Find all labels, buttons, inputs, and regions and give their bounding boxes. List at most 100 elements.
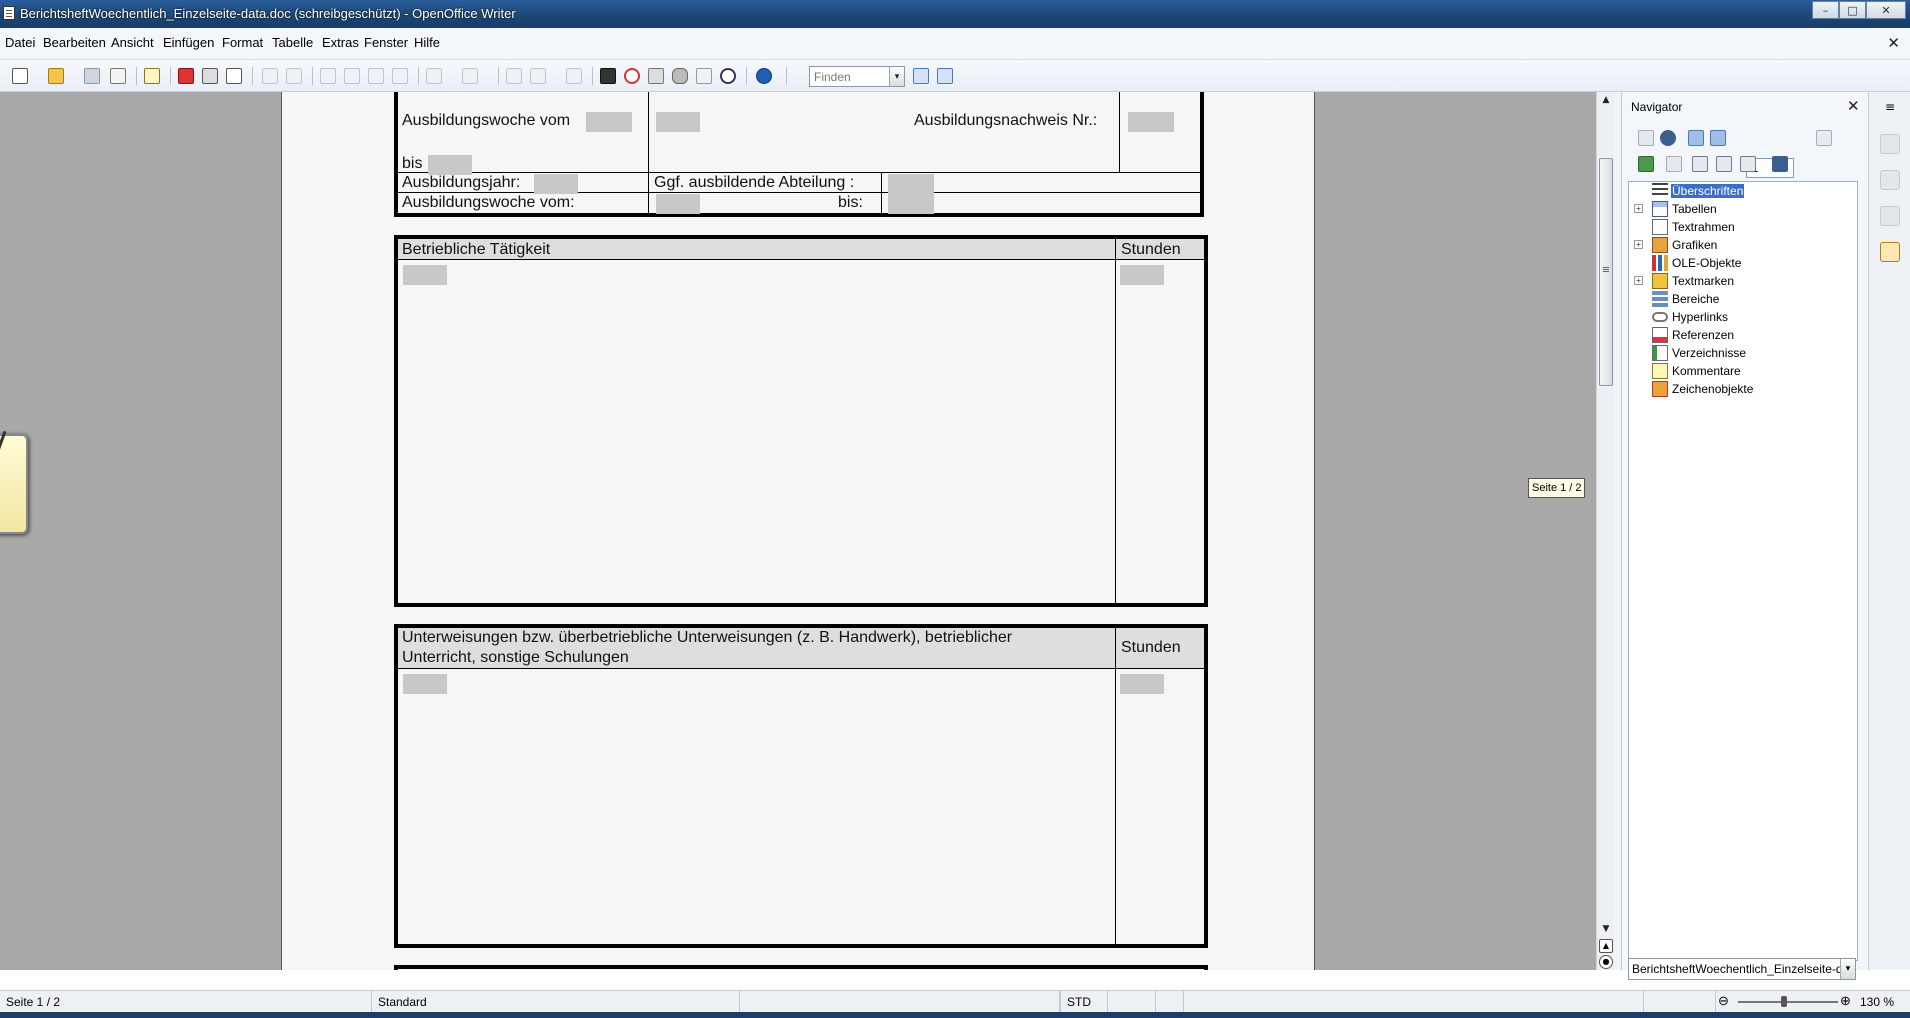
status-view-layout[interactable] <box>1644 991 1716 1013</box>
menu-fenster[interactable]: Fenster <box>364 35 408 50</box>
navigation-icon[interactable] <box>1660 130 1676 146</box>
status-language[interactable] <box>740 991 1060 1013</box>
cut-icon[interactable] <box>320 68 336 84</box>
reminder-icon[interactable] <box>1666 156 1682 172</box>
document-workspace[interactable]: Ausbildungswoche vom Ausbildungsnachweis… <box>0 92 1596 970</box>
scroll-up-icon[interactable]: ▲ <box>1599 95 1613 109</box>
pdf-icon[interactable] <box>178 68 194 84</box>
redo-icon[interactable] <box>462 68 478 84</box>
status-page[interactable]: Seite 1 / 2 <box>0 991 372 1013</box>
nachweis-number-field[interactable] <box>1128 112 1174 132</box>
gallery-sidebar-icon[interactable] <box>1880 206 1900 226</box>
table-icon[interactable] <box>530 68 546 84</box>
scrollbar-thumb[interactable] <box>1599 158 1613 386</box>
undo-icon[interactable] <box>426 68 442 84</box>
zoom-slider[interactable] <box>1738 1001 1838 1003</box>
department-field[interactable] <box>888 174 934 194</box>
sidebar-menu-icon[interactable]: ≡ <box>1880 100 1900 120</box>
styles-icon[interactable] <box>1880 170 1900 190</box>
maximize-button[interactable]: □ <box>1839 1 1866 19</box>
tree-item-indexes[interactable]: Verzeichnisse <box>1629 344 1857 362</box>
save-icon[interactable] <box>84 68 100 84</box>
new-icon[interactable] <box>12 68 28 84</box>
year-field[interactable] <box>534 174 578 194</box>
find-replace-icon[interactable] <box>600 68 616 84</box>
tree-item-textframes[interactable]: Textrahmen <box>1629 218 1857 236</box>
menu-ansicht[interactable]: Ansicht <box>111 35 154 50</box>
find-prev-icon[interactable] <box>937 68 953 84</box>
navigation-options-icon[interactable]: ● <box>1599 955 1613 969</box>
tree-item-sections[interactable]: Bereiche <box>1629 290 1857 308</box>
tree-item-ole-objects[interactable]: OLE-Objekte <box>1629 254 1857 272</box>
status-selection[interactable] <box>1108 991 1156 1013</box>
expand-icon[interactable]: + <box>1634 240 1643 249</box>
panel-splitter[interactable] <box>1614 92 1622 970</box>
tree-item-headings[interactable]: Überschriften <box>1629 182 1857 200</box>
anchor-icon[interactable] <box>1740 156 1756 172</box>
menu-extras[interactable]: Extras <box>322 35 359 50</box>
activity-field[interactable] <box>403 265 447 285</box>
previous-icon[interactable] <box>1688 130 1704 146</box>
instruction-field[interactable] <box>403 674 447 694</box>
paste-icon[interactable] <box>368 68 384 84</box>
find-next-icon[interactable] <box>913 68 929 84</box>
tree-item-references[interactable]: Referenzen <box>1629 326 1857 344</box>
navigator-icon[interactable] <box>624 68 640 84</box>
close-window-button[interactable]: ✕ <box>1866 1 1906 19</box>
autospell-icon[interactable] <box>286 68 302 84</box>
week-from2-field[interactable] <box>656 194 700 214</box>
previous-page-icon[interactable]: ▲ <box>1599 939 1613 953</box>
tree-item-graphics[interactable]: + Grafiken <box>1629 236 1857 254</box>
menu-bearbeiten[interactable]: Bearbeiten <box>43 35 106 50</box>
print-icon[interactable] <box>202 68 218 84</box>
vertical-scrollbar[interactable]: ▲ ▼ ▲ ● <box>1596 92 1614 970</box>
tree-item-bookmarks[interactable]: + Textmarken <box>1629 272 1857 290</box>
week-from-field[interactable] <box>586 112 632 132</box>
pilcrow-icon[interactable] <box>696 68 712 84</box>
document-selector-dropdown[interactable]: ▾ <box>1840 959 1855 979</box>
list-box-icon[interactable] <box>1638 156 1654 172</box>
open-icon[interactable] <box>48 68 64 84</box>
status-mode[interactable]: STD <box>1060 991 1108 1013</box>
tree-item-tables[interactable]: + Tabellen <box>1629 200 1857 218</box>
tree-item-drawing-objects[interactable]: Zeichenobjekte <box>1629 380 1857 398</box>
gallery-icon[interactable] <box>648 68 664 84</box>
bis2-field[interactable] <box>888 194 934 214</box>
spellcheck-icon[interactable] <box>262 68 278 84</box>
tree-item-comments[interactable]: Kommentare <box>1629 362 1857 380</box>
zoom-in-button[interactable]: ⊕ <box>1840 993 1851 1009</box>
zoom-level[interactable]: 130 % <box>1860 995 1894 1009</box>
status-signature[interactable] <box>1156 991 1184 1013</box>
zoom-out-button[interactable]: ⊖ <box>1718 993 1729 1009</box>
document-page[interactable]: Ausbildungswoche vom Ausbildungsnachweis… <box>281 92 1315 970</box>
minimize-button[interactable]: – <box>1812 1 1839 19</box>
format-paintbrush-icon[interactable] <box>392 68 408 84</box>
edit-icon[interactable] <box>144 68 160 84</box>
heading-levels-icon[interactable] <box>1772 156 1788 172</box>
instruction-hours-field[interactable] <box>1120 674 1164 694</box>
properties-icon[interactable] <box>1880 134 1900 154</box>
tree-item-hyperlinks[interactable]: Hyperlinks <box>1629 308 1857 326</box>
expand-icon[interactable]: + <box>1634 276 1643 285</box>
bis-field[interactable] <box>428 155 472 175</box>
sticky-note-gadget[interactable] <box>0 430 28 534</box>
week-from-value-field[interactable] <box>656 112 700 132</box>
activity-hours-field[interactable] <box>1120 265 1164 285</box>
menu-hilfe[interactable]: Hilfe <box>414 35 440 50</box>
email-icon[interactable] <box>110 68 126 84</box>
next-icon[interactable] <box>1710 130 1726 146</box>
scroll-down-icon[interactable]: ▼ <box>1599 924 1613 938</box>
header-icon[interactable] <box>1692 156 1708 172</box>
menu-einfuegen[interactable]: Einfügen <box>163 35 214 50</box>
document-selector[interactable]: BerichtsheftWoechentlich_Einzelseite-da <box>1628 958 1856 980</box>
draw-icon[interactable] <box>566 68 582 84</box>
menu-tabelle[interactable]: Tabelle <box>272 35 313 50</box>
zoom-slider-knob[interactable] <box>1781 996 1787 1007</box>
hyperlink-icon[interactable] <box>506 68 522 84</box>
find-dropdown-button[interactable]: ▾ <box>889 67 904 86</box>
help-icon[interactable] <box>756 68 772 84</box>
expand-icon[interactable]: + <box>1634 204 1643 213</box>
menu-datei[interactable]: Datei <box>5 35 35 50</box>
datasources-icon[interactable] <box>672 68 688 84</box>
preview-icon[interactable] <box>226 68 242 84</box>
